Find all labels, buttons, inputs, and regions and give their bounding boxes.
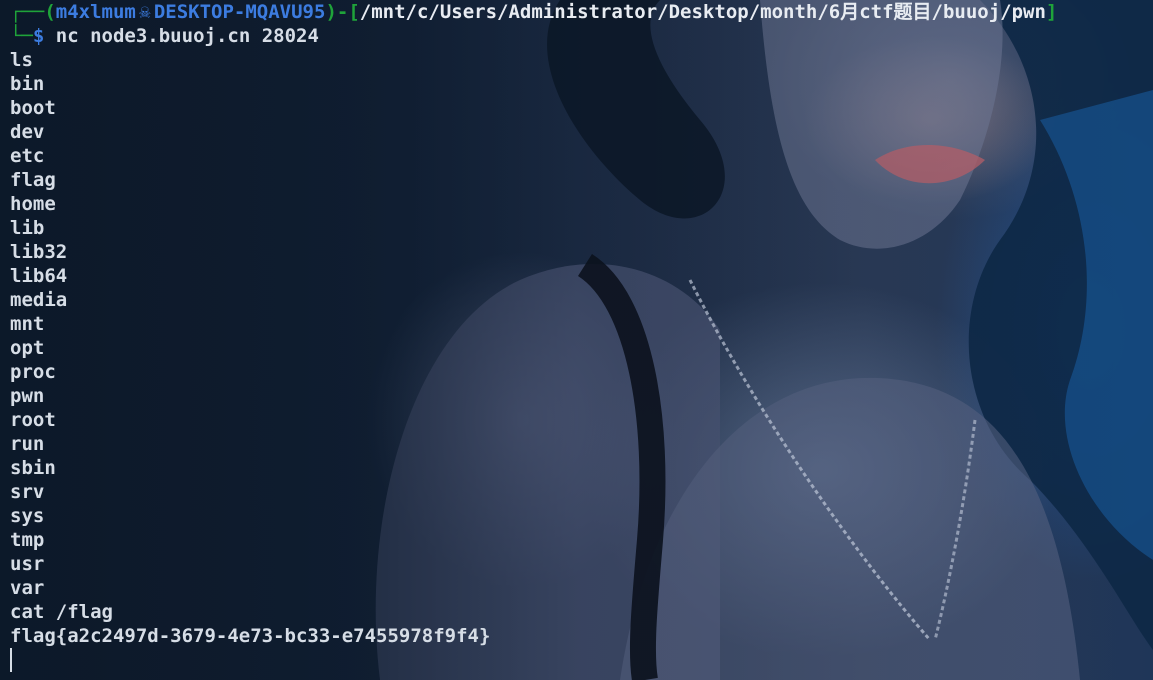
prompt-corner-top: ┌──(	[10, 1, 56, 23]
output-line: dev	[10, 121, 45, 143]
output-line: srv	[10, 481, 45, 503]
output-line: proc	[10, 361, 56, 383]
output-line: pwn	[10, 385, 45, 407]
output-line: cat /flag	[10, 601, 113, 623]
output-line: lib	[10, 217, 45, 239]
prompt-cwd: /mnt/c/Users/Administrator/Desktop/month…	[359, 1, 1046, 23]
prompt-header: ┌──(m4xlmum ☠ DESKTOP-MQAVU95)-[/mnt/c/Use…	[10, 0, 1153, 24]
prompt-dollar: $	[32, 25, 45, 47]
prompt-command-line: └─$ nc node3.buuoj.cn 28024	[10, 24, 1153, 48]
prompt-separator: )-[	[325, 1, 360, 23]
output-line: var	[10, 577, 45, 599]
output-line: mnt	[10, 313, 45, 335]
command-output: ls bin boot dev etc flag home lib lib32 lib64 medi…	[10, 48, 1153, 648]
output-line: flag	[10, 169, 56, 191]
output-line: bin	[10, 73, 45, 95]
output-line: sys	[10, 505, 45, 527]
output-line: sbin	[10, 457, 56, 479]
output-line: ls	[10, 49, 33, 71]
output-line: root	[10, 409, 56, 431]
output-line: lib32	[10, 241, 68, 263]
prompt-close-bracket: ]	[1045, 1, 1058, 23]
output-line: tmp	[10, 529, 45, 551]
output-line: run	[10, 433, 45, 455]
terminal-window[interactable]: ┌──(m4xlmum ☠ DESKTOP-MQAVU95)-[/mnt/c/Use…	[0, 0, 1153, 680]
prompt-host: DESKTOP-MQAVU95	[153, 1, 326, 23]
output-line: home	[10, 193, 56, 215]
input-line[interactable]	[10, 648, 1153, 672]
output-line: flag{a2c2497d-3679-4e73-bc33-e7455978f9f…	[10, 625, 491, 647]
output-line: opt	[10, 337, 45, 359]
output-line: etc	[10, 145, 45, 167]
output-line: lib64	[10, 265, 68, 287]
output-line: boot	[10, 97, 56, 119]
output-line: media	[10, 289, 68, 311]
text-cursor	[10, 648, 12, 672]
skull-icon: ☠	[139, 1, 151, 23]
terminal-output[interactable]: ┌──(m4xlmum ☠ DESKTOP-MQAVU95)-[/mnt/c/Use…	[10, 0, 1153, 672]
output-line: usr	[10, 553, 45, 575]
prompt-command: nc node3.buuoj.cn 28024	[55, 25, 319, 47]
prompt-corner-bottom: └─	[10, 25, 33, 47]
prompt-user: m4xlmum	[55, 1, 136, 23]
